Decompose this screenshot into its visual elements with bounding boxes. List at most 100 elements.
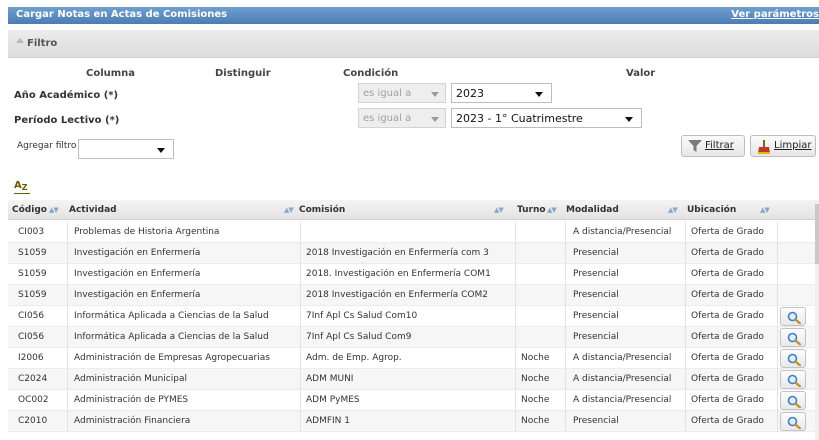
column-divider <box>777 264 778 285</box>
cell-actividad: Problemas de Historia Argentina <box>74 227 220 237</box>
column-divider <box>300 222 301 243</box>
cell-comision: 7Inf Apl Cs Salud Com9 <box>306 332 412 342</box>
cell-codigo: CI003 <box>18 227 45 237</box>
column-divider <box>300 243 301 264</box>
column-divider <box>300 264 301 285</box>
cell-actividad: Investigación en Enfermería <box>74 290 201 300</box>
cell-comision: ADM MUNI <box>306 374 354 384</box>
table-row[interactable]: OC002 Administración de PYMES ADM PyMES Noc… <box>8 390 819 411</box>
table-row[interactable]: S1059 Investigación en Enfermería 2018. In… <box>8 264 819 285</box>
cell-ubicacion: Oferta de Grado <box>691 395 764 405</box>
sort-a-letter: A <box>14 180 22 191</box>
column-divider <box>300 306 301 327</box>
column-divider <box>685 411 686 432</box>
cell-ubicacion: Oferta de Grado <box>691 311 764 321</box>
selected-value: 2023 <box>456 87 484 100</box>
magnifier-icon <box>787 416 801 429</box>
limpiar-label: Limpiar <box>774 140 812 151</box>
column-divider <box>777 222 778 243</box>
table-row[interactable]: I2006 Administración de Empresas Agropecu… <box>8 348 819 369</box>
cell-modalidad: Presencial <box>573 416 619 426</box>
table-row[interactable]: S1059 Investigación en Enfermería 2018 Inv… <box>8 243 819 264</box>
sort-arrows-icon[interactable]: ▲▼ <box>284 206 294 214</box>
column-divider <box>515 411 516 432</box>
cell-ubicacion: Oferta de Grado <box>691 248 764 258</box>
header-modalidad[interactable]: Modalidad <box>566 205 619 215</box>
column-divider <box>777 243 778 264</box>
limpiar-button[interactable]: Limpiar <box>750 135 816 157</box>
table-row[interactable]: CI056 Informática Aplicada a Ciencias de … <box>8 327 819 348</box>
funnel-icon <box>688 140 702 156</box>
sort-z-letter: Z <box>21 183 28 192</box>
sort-arrows-icon[interactable]: ▲▼ <box>494 206 504 214</box>
table-row[interactable]: CI003 Problemas de Historia Argentina A di… <box>8 222 819 243</box>
chevron-down-icon <box>431 92 439 97</box>
cell-codigo: I2006 <box>18 353 44 363</box>
ver-parametros-link[interactable]: Ver parámetros <box>731 9 819 20</box>
table-row[interactable]: C2024 Administración Municipal ADM MUNI Noc… <box>8 369 819 390</box>
page-title: Cargar Notas en Actas de Comisiones <box>16 9 228 20</box>
cell-actividad: Administración Financiera <box>74 416 191 426</box>
column-divider <box>300 327 301 348</box>
header-comision[interactable]: Comisión <box>299 205 345 215</box>
column-divider <box>685 243 686 264</box>
value-select-anio[interactable]: 2023 <box>451 83 552 103</box>
view-details-button[interactable] <box>780 328 806 347</box>
cell-comision: Adm. de Emp. Agrop. <box>306 353 402 363</box>
sort-arrows-icon[interactable]: ▲▼ <box>547 206 557 214</box>
column-divider <box>565 243 566 264</box>
cell-modalidad: Presencial <box>573 311 619 321</box>
view-details-button[interactable] <box>780 391 806 410</box>
col-columna: Columna <box>86 68 136 79</box>
column-divider <box>685 369 686 390</box>
condition-select-anio: es igual a <box>358 83 446 103</box>
sort-arrows-icon[interactable]: ▲▼ <box>668 206 678 214</box>
column-divider <box>67 306 68 327</box>
cell-codigo: C2024 <box>18 374 48 384</box>
view-details-button[interactable] <box>780 412 806 431</box>
table-header: Código ▲▼ Actividad ▲▼ Comisión ▲▼ Turno… <box>8 200 819 220</box>
view-details-button[interactable] <box>780 370 806 389</box>
table-row[interactable]: S1059 Investigación en Enfermería 2018 Inv… <box>8 285 819 306</box>
magnifier-icon <box>787 374 801 387</box>
magnifier-icon <box>787 395 801 408</box>
table-row[interactable]: C2010 Administración Financiera ADMFIN 1 No… <box>8 411 819 432</box>
scrollbar-thumb[interactable] <box>815 204 819 264</box>
cell-turno: Noche <box>521 416 550 426</box>
header-codigo[interactable]: Código <box>12 205 47 215</box>
underline <box>14 193 30 194</box>
col-valor: Valor <box>626 68 656 79</box>
sort-arrows-icon[interactable]: ▲▼ <box>760 206 770 214</box>
sort-arrows-icon[interactable]: ▲▼ <box>49 206 59 214</box>
header-actividad[interactable]: Actividad <box>69 205 117 215</box>
filter-toggle-bar[interactable]: Filtro <box>8 30 819 58</box>
column-divider <box>685 264 686 285</box>
cell-turno: Noche <box>521 395 550 405</box>
column-divider <box>300 285 301 306</box>
view-details-button[interactable] <box>780 307 806 326</box>
view-details-button[interactable] <box>780 349 806 368</box>
title-bar: Cargar Notas en Actas de Comisiones Ver … <box>8 7 819 24</box>
column-divider <box>67 327 68 348</box>
column-divider <box>685 285 686 306</box>
table-row[interactable]: CI056 Informática Aplicada a Ciencias de … <box>8 306 819 327</box>
col-condicion: Condición <box>343 68 399 79</box>
cell-modalidad: A distancia/Presencial <box>573 227 672 237</box>
cell-actividad: Administración de Empresas Agropecuarias <box>74 353 270 363</box>
sort-az-icon[interactable]: AZ <box>14 180 30 194</box>
header-turno[interactable]: Turno <box>517 205 546 215</box>
cell-comision: 2018 Investigación en Enfermería COM2 <box>306 290 488 300</box>
column-divider <box>777 348 778 369</box>
magnifier-icon <box>787 311 801 324</box>
column-divider <box>777 390 778 411</box>
column-divider <box>777 327 778 348</box>
chevron-down-icon <box>535 92 543 97</box>
column-divider <box>565 222 566 243</box>
filtrar-button[interactable]: Filtrar <box>681 135 745 157</box>
column-divider <box>67 243 68 264</box>
agregar-filtro-select[interactable] <box>78 139 174 159</box>
value-select-periodo[interactable]: 2023 - 1° Cuatrimestre <box>451 108 642 128</box>
chevron-down-icon <box>431 117 439 122</box>
cell-ubicacion: Oferta de Grado <box>691 353 764 363</box>
header-ubicacion[interactable]: Ubicación <box>687 205 736 215</box>
